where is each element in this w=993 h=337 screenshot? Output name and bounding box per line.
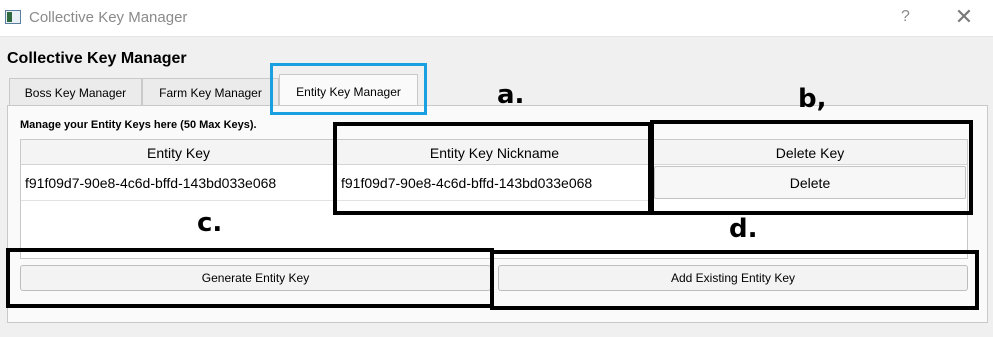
manage-keys-label: Manage your Entity Keys here (50 Max Key… bbox=[20, 119, 257, 131]
annotation-label-b: b, bbox=[798, 84, 827, 114]
tab-farm-key-manager[interactable]: Farm Key Manager bbox=[142, 78, 279, 106]
tab-highlight-box bbox=[270, 63, 427, 115]
tab-boss-key-manager[interactable]: Boss Key Manager bbox=[9, 78, 142, 106]
close-icon[interactable]: ✕ bbox=[952, 4, 976, 30]
annotation-box-c bbox=[6, 248, 494, 308]
column-header-entity-key[interactable]: Entity Key bbox=[21, 140, 337, 165]
annotation-label-d: d. bbox=[729, 214, 758, 244]
app-icon bbox=[5, 10, 21, 24]
dialog-heading: Collective Key Manager bbox=[7, 50, 187, 67]
table-cell-entity-key[interactable]: f91f09d7-90e8-4c6d-bffd-143bd033e068 bbox=[21, 166, 337, 201]
annotation-box-b bbox=[650, 120, 973, 215]
title-bar: Collective Key Manager ? ✕ bbox=[0, 0, 993, 37]
help-button[interactable]: ? bbox=[901, 8, 910, 26]
annotation-label-a: a. bbox=[497, 80, 525, 110]
annotation-box-d bbox=[490, 250, 979, 310]
annotation-box-a bbox=[333, 122, 652, 215]
annotation-label-c: c. bbox=[197, 208, 223, 238]
window-title: Collective Key Manager bbox=[29, 9, 188, 26]
